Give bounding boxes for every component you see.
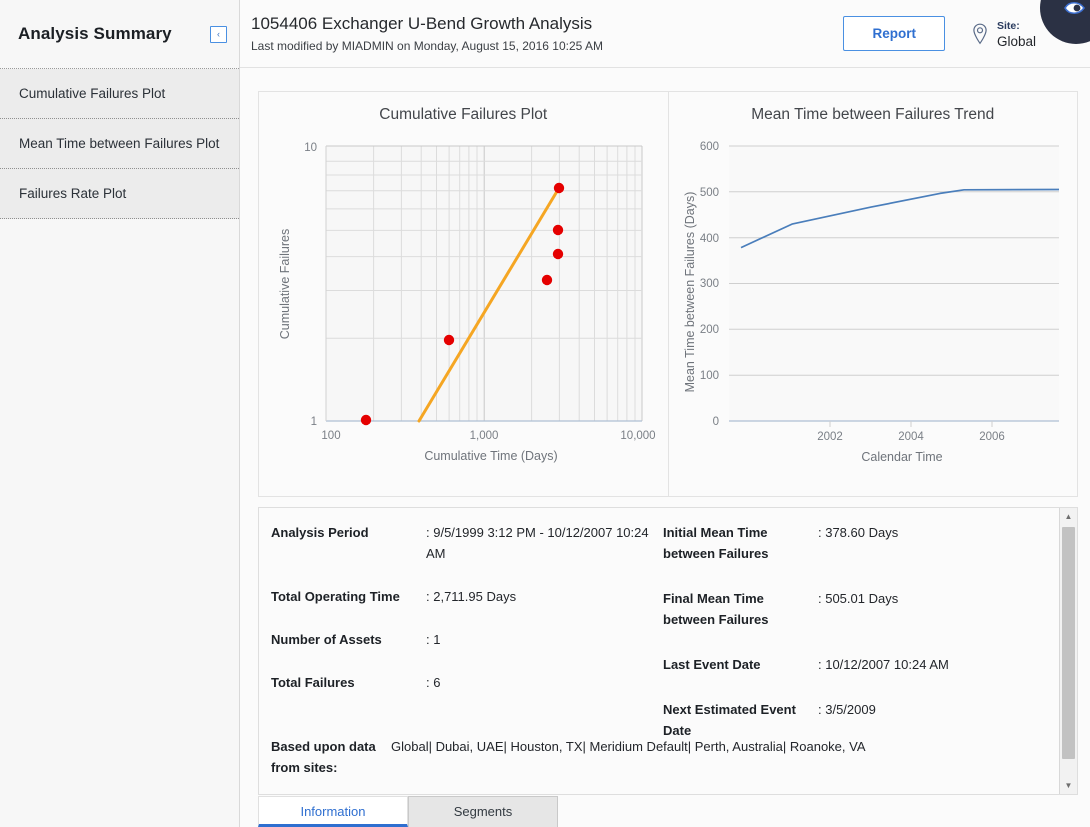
chart-2-ytick-4: 400 [699, 233, 718, 245]
chart-2-ytick-6: 600 [699, 141, 718, 153]
chart-1-xtick-1: 1,000 [470, 430, 499, 442]
info-label: Total Operating Time [271, 589, 400, 604]
info-label: Final Mean Time between Failures [663, 591, 769, 627]
analysis-info-panel: Analysis Period : 9/5/1999 3:12 PM - 10/… [258, 507, 1078, 795]
sidebar-item-cumulative-failures-plot[interactable]: Cumulative Failures Plot [0, 69, 239, 119]
sidebar-collapse-icon[interactable]: ‹ [210, 25, 227, 43]
chart-2-ytick-1: 100 [699, 370, 718, 382]
info-label: Number of Assets [271, 632, 382, 647]
scroll-up-icon[interactable]: ▲ [1060, 508, 1077, 525]
sidebar-item-failures-rate-plot[interactable]: Failures Rate Plot [0, 169, 239, 219]
tab-segments[interactable]: Segments [408, 796, 558, 827]
chart-1-ylabel: Cumulative Failures [278, 229, 292, 339]
sidebar-nav: Cumulative Failures Plot Mean Time betwe… [0, 68, 239, 219]
info-content: Analysis Period : 9/5/1999 3:12 PM - 10/… [259, 508, 1059, 794]
chart-1-xtick-2: 10,000 [620, 430, 655, 442]
info-panel-scrollbar[interactable]: ▲ ▼ [1059, 508, 1077, 794]
info-value: : 3/5/2009 [818, 702, 876, 717]
sidebar-header: Analysis Summary ‹ [0, 0, 239, 68]
tab-information[interactable]: Information [258, 796, 408, 827]
sidebar: Analysis Summary ‹ Cumulative Failures P… [0, 0, 240, 827]
info-value: : 1 [426, 632, 441, 647]
site-label: Site: [996, 19, 1020, 32]
info-row-number-of-assets: Number of Assets : 1 [271, 629, 663, 650]
info-value: : 378.60 Days [818, 525, 899, 540]
chart-2-xtick-1: 2004 [898, 431, 924, 443]
main-content: 1054406 Exchanger U-Bend Growth Analysis… [240, 0, 1090, 827]
report-button[interactable]: Report [843, 16, 945, 51]
info-value: : 505.01 Days [818, 591, 899, 606]
info-label: Initial Mean Time between Failures [663, 525, 769, 561]
chart-2-xtick-2: 2006 [979, 431, 1005, 443]
info-row-total-failures: Total Failures : 6 [271, 672, 663, 693]
chart-2-ytick-0: 0 [712, 416, 718, 428]
chart-1-canvas: 10 1 100 1,000 10,000 Cumulative Time (D… [278, 142, 656, 463]
info-label: Next Estimated Event Date [663, 702, 796, 738]
sites-label: Based upon data from sites: [271, 739, 376, 775]
info-label: Total Failures [271, 675, 355, 690]
sidebar-title: Analysis Summary [18, 24, 172, 43]
chart-2-ytick-2: 200 [699, 324, 718, 336]
chart-1-ytick-top: 10 [304, 142, 317, 154]
chart-1-ytick-bottom: 1 [311, 416, 317, 428]
info-value: : 6 [426, 675, 441, 690]
page-subtitle: Last modified by MIADMIN on Monday, Augu… [251, 38, 603, 53]
chart-2-title: Mean Time between Failures Trend [751, 106, 995, 123]
chart-2-ylabel: Mean Time between Failures (Days) [683, 192, 697, 393]
page-title: 1054406 Exchanger U-Bend Growth Analysis [251, 13, 593, 33]
sidebar-item-mean-time-between-failures-plot[interactable]: Mean Time between Failures Plot [0, 119, 239, 169]
application-root: Analysis Summary ‹ Cumulative Failures P… [0, 0, 1090, 827]
site-text: Site: Global [997, 19, 1036, 49]
sites-value: Global| Dubai, UAE| Houston, TX| Meridiu… [391, 739, 866, 754]
title-block: 1054406 Exchanger U-Bend Growth Analysis… [251, 13, 843, 55]
info-row-analysis-period: Analysis Period : 9/5/1999 3:12 PM - 10/… [271, 522, 663, 564]
site-selector[interactable]: Site: Global [971, 19, 1036, 49]
chart-1-title: Cumulative Failures Plot [379, 106, 548, 123]
charts-panel: Cumulative Failures Plot 10 1 100 1,000 … [258, 91, 1078, 497]
chart-2-canvas: 0 100 200 300 400 500 600 2002 2004 2006… [683, 141, 1059, 464]
chart-2-ytick-5: 500 [699, 187, 718, 199]
chart-2-xlabel: Calendar Time [861, 450, 942, 464]
info-value: : 2,711.95 Days [426, 589, 517, 604]
bottom-tabbar: Information Segments [258, 795, 1090, 827]
info-row-based-upon-sites: Based upon data from sites: Global| Duba… [271, 736, 1061, 778]
info-row-initial-mtbf: Initial Mean Time between Failures : 378… [663, 522, 1049, 564]
chart-mtbf-trend[interactable]: Mean Time between Failures Trend 0 100 2… [669, 92, 1078, 496]
location-pin-icon [971, 23, 989, 45]
info-row-next-estimated-event-date: Next Estimated Event Date : 3/5/2009 [663, 699, 1049, 741]
info-label: Last Event Date [663, 657, 761, 672]
eye-icon [1064, 1, 1085, 15]
chart-2-xtick-0: 2002 [817, 431, 843, 443]
page-header: 1054406 Exchanger U-Bend Growth Analysis… [240, 0, 1090, 68]
info-row-last-event-date: Last Event Date : 10/12/2007 10:24 AM [663, 654, 1049, 675]
scrollbar-thumb[interactable] [1062, 527, 1075, 759]
info-row-final-mtbf: Final Mean Time between Failures : 505.0… [663, 588, 1049, 630]
info-value: : 9/5/1999 3:12 PM - 10/12/2007 10:24 AM [426, 525, 649, 561]
info-row-total-operating-time: Total Operating Time : 2,711.95 Days [271, 586, 663, 607]
chart-cumulative-failures[interactable]: Cumulative Failures Plot 10 1 100 1,000 … [259, 92, 669, 496]
chart-2-ytick-3: 300 [699, 278, 718, 290]
site-value: Global [996, 33, 1036, 49]
chart-1-xtick-0: 100 [321, 430, 340, 442]
scroll-down-icon[interactable]: ▼ [1060, 777, 1077, 794]
scrollbar-track[interactable] [1060, 525, 1077, 777]
chart-1-xlabel: Cumulative Time (Days) [424, 449, 557, 463]
info-label: Analysis Period [271, 525, 369, 540]
info-value: : 10/12/2007 10:24 AM [818, 657, 949, 672]
